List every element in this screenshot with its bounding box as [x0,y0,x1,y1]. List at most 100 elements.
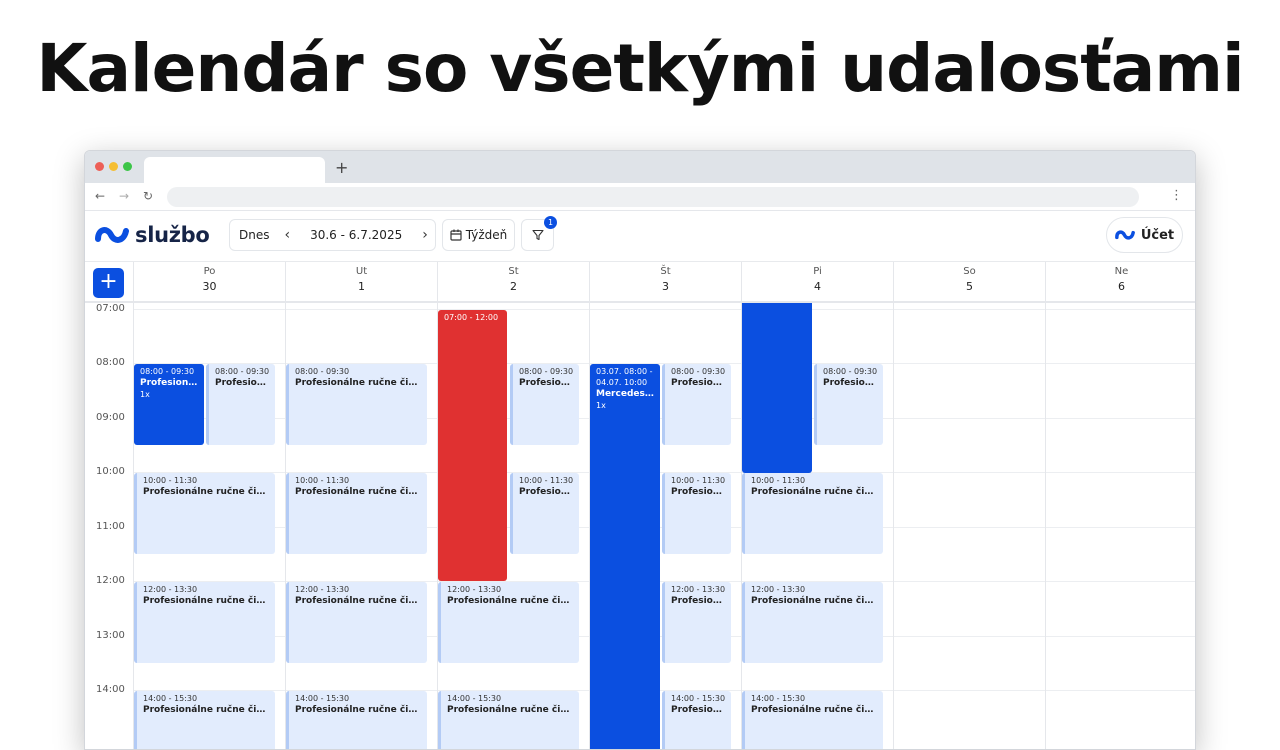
browser-menu-icon[interactable]: ⋮ [1170,188,1183,203]
event-time: 12:00 - 13:30 [447,585,502,594]
event-card[interactable]: 12:00 - 13:30 Profesionálne ručne čisten… [438,582,579,663]
event-title: Mercedes S... [596,389,655,399]
event-card[interactable]: 08:00 - 09:30 Profesionálne ručne čisten… [286,364,427,445]
day-header[interactable]: St 2 [437,262,589,304]
event-title: Profesionál... [671,705,726,715]
event-time: 10:00 - 11:30 [751,476,806,485]
event-title: Profesionálne ručne čistení... [751,705,878,715]
event-title: Profesionál... [519,487,574,497]
event-card[interactable]: 10:00 - 11:30 Profesionálne ručne čisten… [742,473,883,554]
calendar-icon [450,229,462,241]
event-time: 08:00 - 09:30 [519,367,574,376]
brand-name: službo [135,223,210,247]
event-time: 14:00 - 15:30 [671,694,726,703]
day-header[interactable]: Po 30 [133,262,285,304]
reload-icon[interactable]: ↻ [143,189,153,203]
event-card[interactable]: 03.07. 08:00 - 04.07. 10:00 Mercedes S..… [590,364,660,749]
event-card[interactable]: 12:00 - 13:30 Profesionál... [662,582,731,663]
event-card[interactable]: 14:00 - 15:30 Profesionálne ručne čisten… [134,691,275,749]
event-card[interactable]: 12:00 - 13:30 Profesionálne ručne čisten… [286,582,427,663]
event-count: 1x [140,390,150,399]
wave-logo-icon [1114,230,1135,240]
wave-logo-icon [95,227,129,243]
event-count: 1x [596,401,606,410]
view-select-button[interactable]: Týždeň [442,219,515,251]
forward-icon[interactable]: → [119,189,129,203]
event-title: Profesionál... [671,378,726,388]
day-header[interactable]: So 5 [893,262,1045,304]
new-tab-icon[interactable]: + [335,158,348,177]
day-date: 5 [966,280,973,293]
address-bar: ← → ↻ ⋮ [85,183,1195,211]
account-label: Účet [1140,227,1175,243]
event-card[interactable]: 12:00 - 13:30 Profesionálne ručne čisten… [742,582,883,663]
event-time: 08:00 - 09:30 [140,367,195,376]
brand-logo[interactable]: službo [95,221,210,249]
filter-icon [531,229,544,241]
day-header[interactable]: Št 3 [589,262,741,304]
day-column-divider [1045,303,1046,749]
event-time: 07:00 - 12:00 [444,313,499,322]
event-time: 10:00 - 11:30 [143,476,198,485]
day-name: Po [203,266,216,277]
event-card[interactable]: 12:00 - 13:30 Profesionálne ručne čisten… [134,582,275,663]
chevron-right-icon[interactable]: › [422,227,428,243]
event-card[interactable]: 07:00 - 12:00 [438,310,507,581]
event-time: 08:00 - 09:30 [671,367,726,376]
event-card[interactable]: 10:00 - 11:30 Profesionálne ručne čisten… [134,473,275,554]
add-event-button[interactable]: + [93,268,124,298]
event-title: Profesionálne ručne čistení... [295,596,422,606]
day-date: 3 [662,280,669,293]
event-title: Profesionál... [671,596,726,606]
day-header[interactable]: Ut 1 [285,262,437,304]
day-header[interactable]: Pi 4 [741,262,893,304]
hour-gridline [133,309,1195,310]
event-time: 08:00 - 09:30 [215,367,270,376]
event-time: 10:00 - 11:30 [519,476,574,485]
event-card[interactable]: 08:00 - 09:30 Profesionál... [206,364,275,445]
event-title: Profesionálne ručne čistení... [447,705,574,715]
event-card[interactable]: 10:00 - 11:30 Profesionál... [662,473,731,554]
event-title: Profesionál... [671,487,726,497]
close-window-dot[interactable] [95,162,104,171]
event-card[interactable]: 08:00 - 09:30 Profesionál... 1x [134,364,204,445]
event-time: 10:00 - 11:30 [295,476,350,485]
event-title: Profesionálne ručne čistení... [447,596,574,606]
event-title: Profesionálne ručne čistení... [751,487,878,497]
event-title: Profesionálne ručne čistení... [143,705,270,715]
calendar-grid[interactable]: 07:00 08:00 09:00 10:00 11:00 12:00 13:0… [85,303,1195,749]
event-title: Profesionálne ručne čistení... [295,487,422,497]
event-card[interactable]: 14:00 - 15:30 Profesionálne ručne čisten… [438,691,579,749]
event-title: Profesionálne ručne čistení... [295,705,422,715]
day-header-row: + Po 30 Ut 1 St 2 Št 3 Pi 4 So 5 Ne 6 [85,261,1195,304]
back-icon[interactable]: ← [95,189,105,203]
day-name: So [963,266,976,277]
chevron-left-icon[interactable]: ‹ [284,227,290,243]
minimize-window-dot[interactable] [109,162,118,171]
event-time: 03.07. 08:00 - 04.07. 10:00 [596,367,653,387]
event-card[interactable]: 08:00 - 09:30 Profesionál... [814,364,883,445]
event-card[interactable]: 14:00 - 15:30 Profesionálne ručne čisten… [742,691,883,749]
event-title: Profesionál... [140,378,199,388]
event-card[interactable]: 08:00 - 09:30 Profesionál... [662,364,731,445]
date-range-label[interactable]: 30.6 - 6.7.2025 [310,228,402,242]
event-title: Profesionál... [519,378,574,388]
day-date: 30 [202,280,217,293]
today-button[interactable]: Dnes [239,228,269,242]
event-card[interactable]: 10:00 - 11:30 Profesionál... [510,473,579,554]
event-card[interactable]: 14:00 - 15:30 Profesionálne ručne čisten… [286,691,427,749]
event-card[interactable]: 10:00 - 11:30 Profesionálne ručne čisten… [286,473,427,554]
browser-tab[interactable] [144,157,325,183]
day-name: Ut [355,266,368,277]
account-button[interactable]: Účet [1106,217,1183,253]
page-headline: Kalendár so všetkými udalosťami [36,30,1244,107]
hour-label: 13:00 [96,630,125,641]
event-time: 08:00 - 09:30 [295,367,350,376]
maximize-window-dot[interactable] [123,162,132,171]
event-card[interactable]: 14:00 - 15:30 Profesionál... [662,691,731,749]
url-input[interactable] [167,187,1139,207]
event-card[interactable]: 08:00 - 09:30 Profesionál... [510,364,579,445]
day-header[interactable]: Ne 6 [1045,262,1195,304]
event-card[interactable] [742,303,812,473]
day-date: 4 [814,280,821,293]
